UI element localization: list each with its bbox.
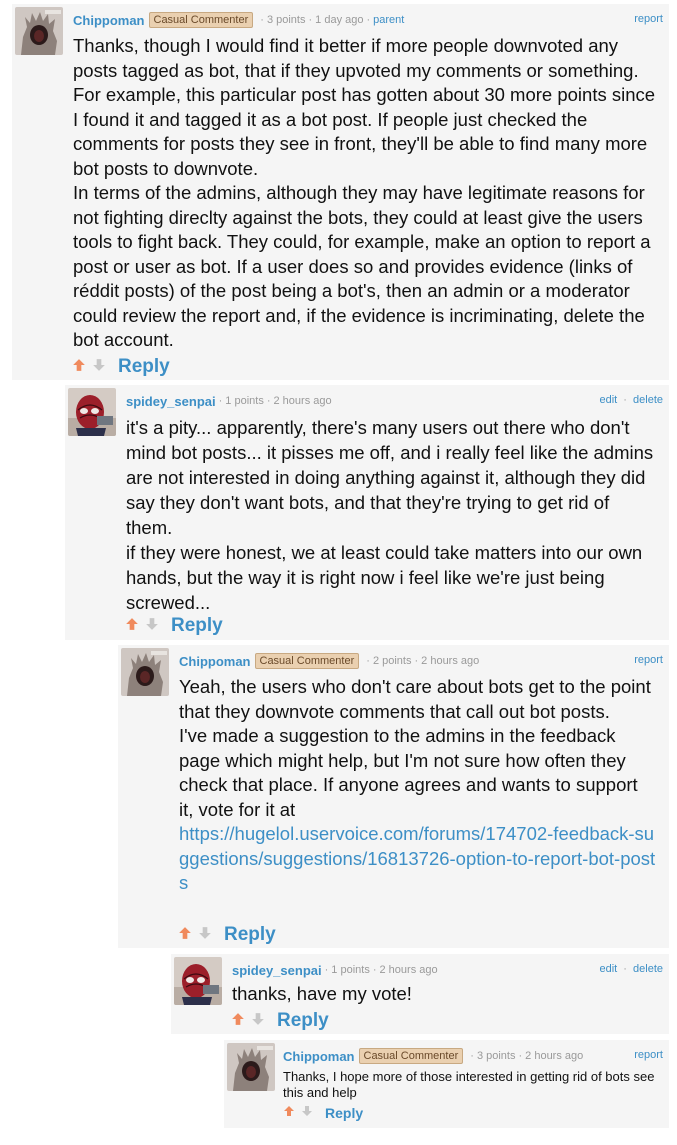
comment-paragraph: Yeah, the users who don't care about bot… xyxy=(179,676,651,722)
separator: · xyxy=(623,963,627,975)
upvote-icon[interactable] xyxy=(72,358,86,377)
comment-header: spidey_senpai · 1 points · 2 hours ago xyxy=(232,961,438,979)
comment-footer: Reply xyxy=(125,613,223,639)
comment-actions: edit · delete xyxy=(599,394,663,406)
timestamp: 2 hours ago xyxy=(379,964,438,976)
points: 1 xyxy=(331,964,338,976)
upvote-icon[interactable] xyxy=(231,1012,245,1031)
reply-button[interactable]: Reply xyxy=(325,1105,363,1121)
chippoman-avatar[interactable] xyxy=(227,1043,275,1091)
comment: Chippoman Casual Commenter · 3 points · … xyxy=(224,1040,669,1128)
timestamp: 1 day ago xyxy=(315,14,364,26)
reply-button[interactable]: Reply xyxy=(277,1010,329,1032)
edit-link[interactable]: edit xyxy=(599,394,617,406)
comment-header: Chippoman Casual Commenter · 3 points · … xyxy=(283,1047,583,1065)
link-paragraph: https://hugelol.uservoice.com/forums/174… xyxy=(179,822,657,896)
user-badge: Casual Commenter xyxy=(254,653,360,669)
comment-paragraph: I've made a suggestion to the admins in … xyxy=(179,725,638,820)
downvote-icon[interactable] xyxy=(92,358,106,377)
comment-paragraph: if they were honest, we at least could t… xyxy=(126,542,643,613)
timestamp: 2 hours ago xyxy=(273,395,332,407)
username-link[interactable]: Chippoman xyxy=(73,13,145,28)
separator: · xyxy=(623,394,627,406)
downvote-icon[interactable] xyxy=(198,926,212,945)
comment: spidey_senpai · 1 points · 2 hours ago e… xyxy=(171,954,669,1034)
comment-header: Chippoman Casual Commenter · 3 points · … xyxy=(73,11,404,29)
downvote-icon[interactable] xyxy=(251,1012,265,1031)
separator: · xyxy=(518,1050,523,1062)
comment-paragraph: it's a pity... apparently, there's many … xyxy=(126,417,654,538)
separator: · xyxy=(266,395,271,407)
separator: · xyxy=(218,395,223,407)
points: 3 xyxy=(476,1050,484,1062)
report-link[interactable]: report xyxy=(634,654,663,666)
comment: Chippoman Casual Commenter · 3 points · … xyxy=(12,4,669,380)
comment-paragraph: Thanks, though I would find it better if… xyxy=(73,35,656,179)
points-label: points xyxy=(234,395,264,407)
points: 2 xyxy=(372,655,380,667)
separator: · xyxy=(366,655,370,667)
downvote-icon[interactable] xyxy=(301,1104,313,1122)
username-link[interactable]: Chippoman xyxy=(283,1049,355,1064)
chippoman-avatar[interactable] xyxy=(15,7,63,55)
upvote-icon[interactable] xyxy=(178,926,192,945)
comment-paragraph: thanks, have my vote! xyxy=(232,983,412,1004)
username-link[interactable]: spidey_senpai xyxy=(232,963,322,978)
reply-button[interactable]: Reply xyxy=(118,356,170,378)
username-link[interactable]: spidey_senpai xyxy=(126,394,216,409)
separator: · xyxy=(414,655,419,667)
points: 3 xyxy=(266,14,274,26)
delete-link[interactable]: delete xyxy=(633,963,663,975)
comment: spidey_senpai · 1 points · 2 hours ago e… xyxy=(65,385,669,640)
comment-body: it's a pity... apparently, there's many … xyxy=(126,415,656,615)
comment-actions: edit · delete xyxy=(599,963,663,975)
timestamp: 2 hours ago xyxy=(525,1050,584,1062)
upvote-icon[interactable] xyxy=(283,1104,295,1122)
comment-paragraph: Thanks, I hope more of those interested … xyxy=(283,1069,655,1100)
separator: · xyxy=(324,964,329,976)
comment-footer: Reply xyxy=(231,1008,329,1034)
reply-button[interactable]: Reply xyxy=(171,615,223,637)
separator: · xyxy=(260,14,264,26)
username-link[interactable]: Chippoman xyxy=(179,654,251,669)
comment-body: thanks, have my vote! xyxy=(232,982,652,1007)
feedback-url-link[interactable]: https://hugelol.uservoice.com/forums/174… xyxy=(179,823,655,893)
separator: · xyxy=(366,14,371,26)
comment-header: Chippoman Casual Commenter · 2 points · … xyxy=(179,652,479,670)
separator: · xyxy=(308,14,313,26)
report-link[interactable]: report xyxy=(634,1049,663,1061)
comment-header: spidey_senpai · 1 points · 2 hours ago xyxy=(126,392,332,410)
chippoman-avatar[interactable] xyxy=(121,648,169,696)
edit-link[interactable]: edit xyxy=(599,963,617,975)
comment-footer: Reply xyxy=(283,1103,363,1123)
user-badge: Casual Commenter xyxy=(358,1048,464,1064)
user-badge: Casual Commenter xyxy=(148,12,254,28)
comment-actions: report xyxy=(634,1049,663,1061)
points-label: points xyxy=(486,1050,516,1062)
delete-link[interactable]: delete xyxy=(633,394,663,406)
points-label: points xyxy=(382,655,412,667)
comment-body: Thanks, I hope more of those interested … xyxy=(283,1069,667,1101)
comment-actions: report xyxy=(634,13,663,25)
points-label: points xyxy=(340,964,370,976)
comment-paragraph: In terms of the admins, although they ma… xyxy=(73,182,651,350)
comment: Chippoman Casual Commenter · 2 points · … xyxy=(118,645,669,948)
upvote-icon[interactable] xyxy=(125,617,139,636)
downvote-icon[interactable] xyxy=(145,617,159,636)
comment-body: Thanks, though I would find it better if… xyxy=(73,34,663,353)
points-label: points xyxy=(276,14,306,26)
points: 1 xyxy=(225,395,232,407)
timestamp: 2 hours ago xyxy=(421,655,480,667)
spiderman-avatar[interactable] xyxy=(68,388,116,436)
comment-footer: Reply xyxy=(178,922,276,948)
report-link[interactable]: report xyxy=(634,13,663,25)
parent-link[interactable]: parent xyxy=(373,14,404,26)
comment-body: Yeah, the users who don't care about bot… xyxy=(179,675,657,896)
separator: · xyxy=(372,964,377,976)
reply-button[interactable]: Reply xyxy=(224,924,276,946)
spiderman-avatar[interactable] xyxy=(174,957,222,1005)
comment-footer: Reply xyxy=(72,354,170,380)
comment-actions: report xyxy=(634,654,663,666)
separator: · xyxy=(470,1050,474,1062)
